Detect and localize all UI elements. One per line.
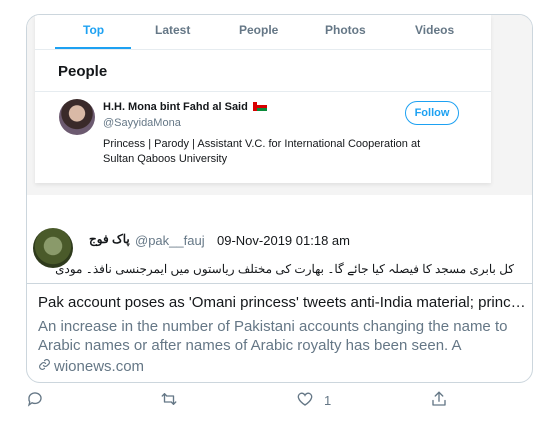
follow-button: Follow xyxy=(405,101,459,125)
link-card[interactable]: Top Latest People Photos Videos People H… xyxy=(26,14,533,383)
card-description: An increase in the number of Pakistani a… xyxy=(38,318,508,354)
reply-button[interactable] xyxy=(26,388,44,412)
retweet-button[interactable] xyxy=(160,388,178,412)
tab-people: People xyxy=(239,23,279,37)
share-button[interactable] xyxy=(430,388,448,412)
tab-top: Top xyxy=(83,23,105,37)
people-heading: People xyxy=(58,63,108,80)
card-domain[interactable]: wionews.com xyxy=(38,358,144,375)
like-count: 1 xyxy=(324,392,332,408)
profile-handle: @SayyidaMona xyxy=(103,117,181,129)
heart-icon xyxy=(296,390,314,411)
card-text[interactable]: Pak account poses as 'Omani princess' tw… xyxy=(27,283,532,382)
profile-name: H.H. Mona bint Fahd al Said xyxy=(103,101,248,113)
card-domain-text: wionews.com xyxy=(54,358,145,375)
tweet-actions: 1 xyxy=(0,388,556,414)
retweet-icon xyxy=(160,390,178,411)
divider xyxy=(35,91,491,92)
tab-latest: Latest xyxy=(155,23,191,37)
tweet-date: 09-Nov-2019 01:18 am xyxy=(217,233,350,248)
tweet-handle: @pak__fauj xyxy=(135,233,205,248)
active-tab-indicator xyxy=(55,47,131,49)
card-image[interactable]: Top Latest People Photos Videos People H… xyxy=(27,15,532,283)
profile-avatar xyxy=(59,99,95,135)
oman-flag-icon xyxy=(253,102,267,111)
link-icon xyxy=(38,358,52,375)
card-title[interactable]: Pak account poses as 'Omani princess' tw… xyxy=(38,294,528,311)
search-screenshot: Top Latest People Photos Videos People H… xyxy=(35,15,491,183)
like-button[interactable]: 1 xyxy=(296,388,331,412)
tweet-text: کل بابری مسجد کا فیصلہ کیا جائے گا۔ بھار… xyxy=(55,262,514,276)
reply-icon xyxy=(26,390,44,411)
tab-photos: Photos xyxy=(325,23,366,37)
share-icon xyxy=(430,390,448,411)
tweet-author-name: پاک فوج xyxy=(89,232,130,246)
search-tabs: Top Latest People Photos Videos xyxy=(35,15,491,50)
tweet-screenshot: پاک فوج @pak__fauj 09-Nov-2019 01:18 am … xyxy=(27,195,532,283)
tab-videos: Videos xyxy=(415,23,455,37)
profile-bio: Princess | Parody | Assistant V.C. for I… xyxy=(103,138,421,165)
